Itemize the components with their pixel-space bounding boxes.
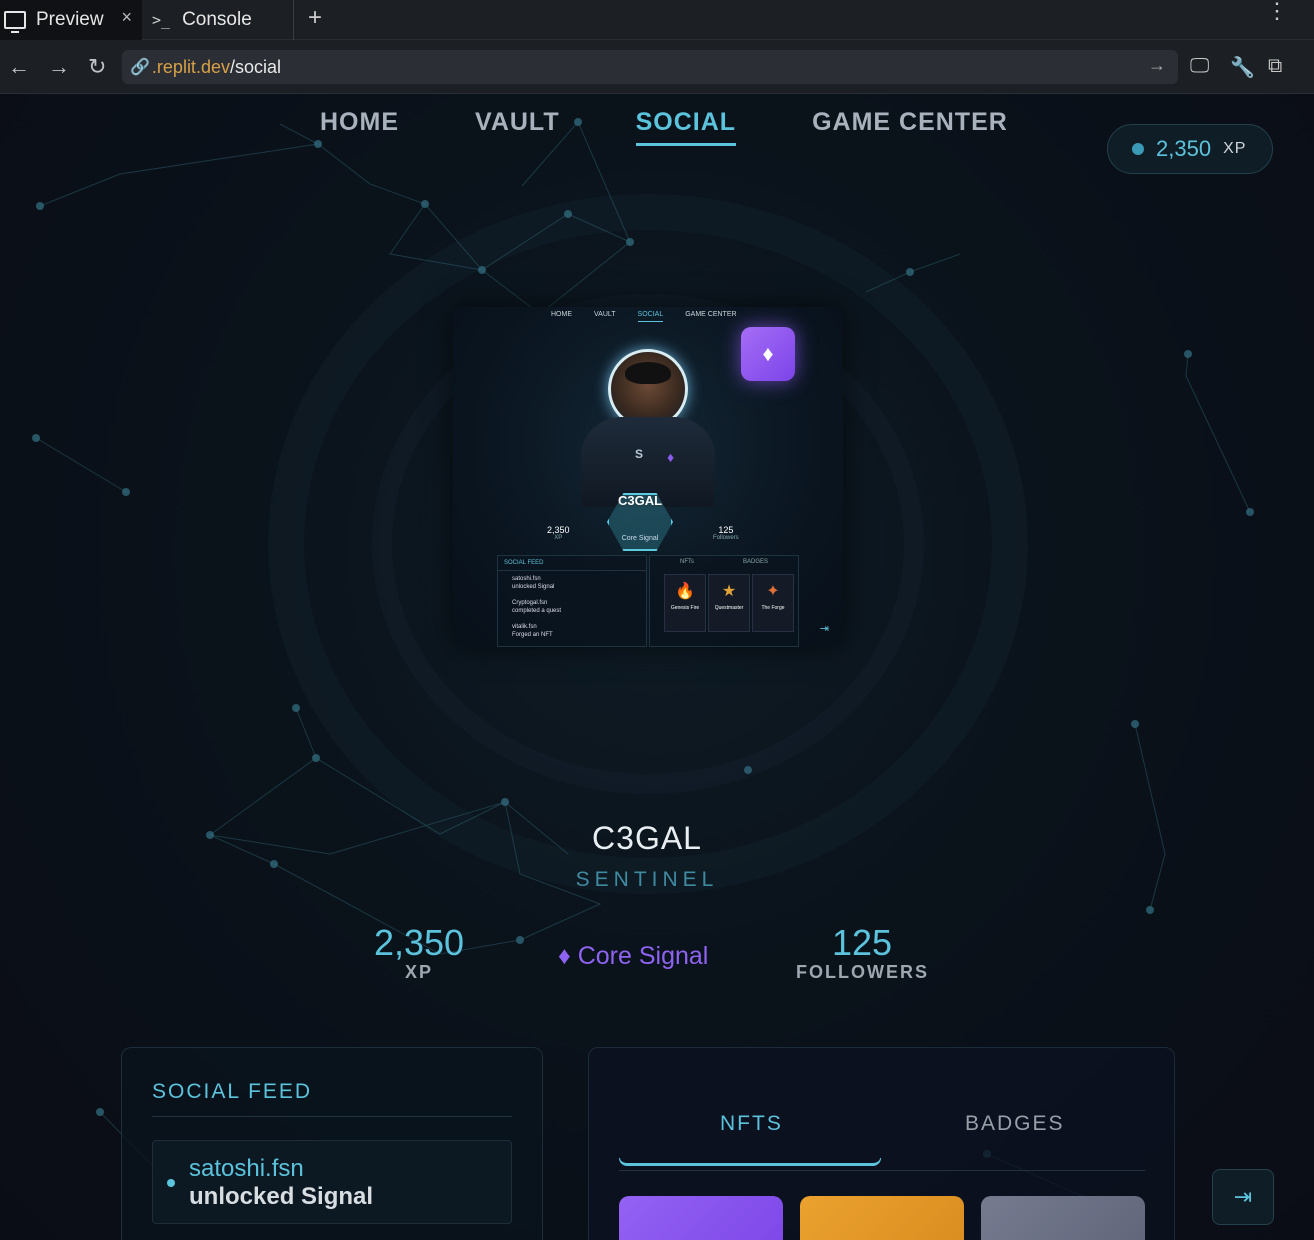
list-item: satoshi.fsn unlocked Signal [512, 576, 555, 590]
tab-preview-label: Preview [36, 9, 104, 30]
nav-game-center[interactable]: GAME CENTER [812, 108, 1008, 146]
xp-badge: 2,350 XP [1107, 124, 1273, 174]
social-feed-panel: SOCIAL FEED satoshi.fsn unlocked Signal [121, 1047, 543, 1240]
terminal-icon: >_ [152, 11, 171, 29]
status-dot [1132, 143, 1144, 155]
mini-feed-title: SOCIAL FEED [498, 556, 646, 571]
logout-icon: ⇥ [1233, 1184, 1253, 1209]
profile-name: C3GAL [592, 820, 702, 856]
mini-tile: ✦ The Forge [752, 574, 794, 632]
external-link-icon[interactable]: ⧉ [1268, 55, 1282, 78]
devices-icon[interactable]: 🖵 [1190, 55, 1209, 78]
gem-icon: ♦ [741, 327, 795, 381]
mini-hex-sub: Core Signal [621, 535, 659, 542]
feed-item[interactable]: satoshi.fsn unlocked Signal [152, 1140, 512, 1224]
new-tab-button[interactable]: + [308, 4, 322, 32]
feed-action: unlocked Signal [189, 1183, 374, 1210]
collection-panel: NFTS BADGES [588, 1047, 1175, 1240]
tab-console-label: Console [182, 9, 252, 30]
mini-nav-vault: VAULT [594, 311, 616, 318]
active-tab-indicator [619, 1158, 881, 1166]
nav-vault[interactable]: VAULT [475, 108, 560, 146]
mini-followers-stat: 125 Followers [713, 525, 739, 541]
mini-tile: ★ Questmaster [708, 574, 750, 632]
logout-icon: ⇥ [819, 623, 829, 635]
followers-stat: 125 FOLLOWERS [796, 922, 928, 983]
core-signal-label: ♦ Core Signal [558, 942, 709, 970]
mini-nav-home: HOME [551, 311, 572, 318]
mini-collection: NFTs BADGES 🔥 Genesis Fire ★ Questmaster ✦ T… [649, 555, 799, 647]
link-icon: 🔗 [130, 59, 150, 76]
tab-badges[interactable]: BADGES [965, 1112, 1065, 1136]
url-input[interactable]: 🔗 .replit.dev /social → [122, 50, 1178, 84]
xp-stat: 2,350 XP [366, 922, 472, 983]
xp-badge-value: 2,350 [1156, 136, 1212, 161]
mini-social-feed: SOCIAL FEED satoshi.fsn unlocked Signal C… [497, 555, 647, 647]
tab-console[interactable]: >_ Console [142, 0, 294, 40]
tab-nfts[interactable]: NFTS [720, 1112, 783, 1136]
url-path: /social [229, 56, 281, 77]
go-arrow-icon[interactable]: → [1148, 55, 1166, 76]
xp-badge-unit: XP [1223, 140, 1247, 157]
followers-stat-value: 125 [831, 922, 893, 963]
url-domain: .replit.dev [151, 56, 230, 77]
nav-home[interactable]: HOME [320, 108, 399, 146]
mini-nav-social: SOCIAL [637, 311, 664, 322]
mini-hex-title: C3GAL [617, 493, 663, 508]
nft-card[interactable] [981, 1196, 1145, 1240]
mini-nav: HOME VAULT SOCIAL GAME CENTER [551, 311, 759, 322]
xp-stat-value: 2,350 [373, 922, 465, 963]
more-menu-icon[interactable]: ⋮ [1266, 0, 1288, 22]
divider [152, 1116, 512, 1117]
browser-tabbar: Preview × >_ Console + ⋮ [0, 0, 1314, 40]
profile-rank: SENTINEL [575, 868, 719, 891]
list-item: Cryptogal.fsn completed a quest [512, 600, 562, 614]
mini-nav-game-center: GAME CENTER [685, 311, 737, 318]
mini-xp-stat: 2,350 XP [547, 525, 570, 541]
nft-card[interactable] [619, 1196, 783, 1240]
reload-icon[interactable]: ↻ [88, 54, 106, 80]
main-nav: HOME VAULT SOCIAL GAME CENTER [320, 108, 1084, 146]
address-bar: ← → ↻ 🔗 .replit.dev /social → 🖵 🔧 ⧉ [0, 40, 1314, 94]
monitor-icon [4, 11, 26, 33]
wrench-icon[interactable]: 🔧 [1230, 55, 1255, 80]
feed-user[interactable]: satoshi.fsn [189, 1155, 304, 1183]
bullet-icon [167, 1179, 175, 1187]
emblem-icon: S [635, 447, 644, 461]
flame-icon: ♦ [667, 449, 675, 465]
logout-button[interactable]: ⇥ [1212, 1169, 1274, 1225]
xp-stat-label: XP [404, 962, 433, 982]
nav-social[interactable]: SOCIAL [635, 108, 737, 146]
list-item: vitalik.fsn Forged an NFT [512, 624, 553, 638]
social-page: HOME VAULT SOCIAL GAME CENTER 2,350 XP H… [0, 94, 1314, 1240]
divider [619, 1170, 1145, 1171]
forward-icon[interactable]: → [48, 54, 70, 80]
mini-tile: 🔥 Genesis Fire [664, 574, 706, 632]
profile-preview-image: HOME VAULT SOCIAL GAME CENTER ♦ S ♦ C3GA… [453, 307, 843, 647]
tab-preview[interactable]: Preview × [0, 0, 142, 40]
close-icon[interactable]: × [121, 7, 132, 28]
nft-card[interactable] [800, 1196, 964, 1240]
social-feed-title: SOCIAL FEED [152, 1080, 313, 1103]
followers-stat-label: FOLLOWERS [796, 962, 929, 982]
back-icon[interactable]: ← [8, 54, 30, 80]
